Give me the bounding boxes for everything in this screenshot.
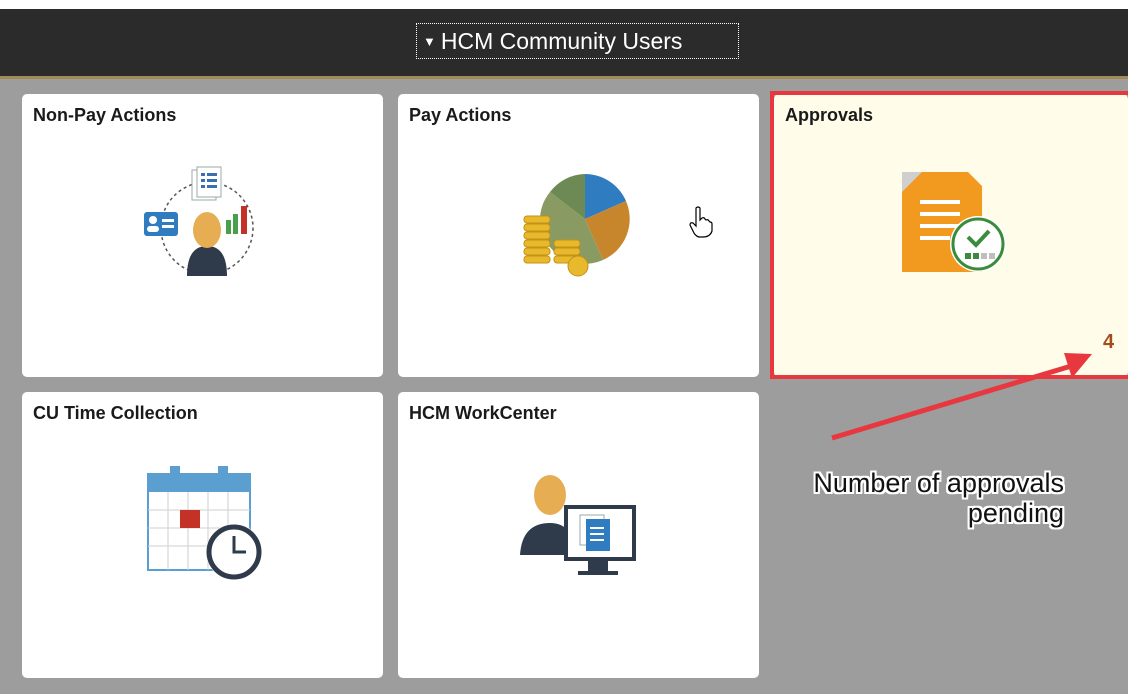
hand-cursor-icon (689, 206, 713, 238)
tile-title: Non-Pay Actions (33, 105, 177, 125)
approvals-highlight-box (770, 91, 1128, 379)
homepage-title: HCM Community Users (440, 27, 683, 54)
person-monitor-icon (520, 475, 636, 575)
top-strip (0, 0, 1128, 9)
tile-title: Pay Actions (409, 105, 512, 125)
annotation-line1: Number of approvals (813, 468, 1064, 498)
approvals-count-badge: 4 (1103, 331, 1115, 353)
tile-non-pay-actions[interactable]: Non-Pay Actions (22, 94, 383, 377)
tile-title: CU Time Collection (33, 403, 198, 423)
tile-title: HCM WorkCenter (409, 403, 557, 423)
homepage-header: ▼ HCM Community Users (0, 9, 1128, 79)
homepage-selector-dropdown[interactable]: ▼ HCM Community Users (416, 23, 739, 59)
annotation-line2: pending (967, 498, 1064, 528)
tile-cu-time-collection[interactable]: CU Time Collection (22, 392, 383, 678)
pie-chart-coins-icon (523, 174, 630, 277)
employee-actions-icon (144, 166, 254, 276)
calendar-clock-icon (147, 466, 262, 580)
annotation-callout: Number of approvals pending (780, 468, 1064, 528)
caret-down-icon: ▼ (423, 33, 436, 49)
tile-hcm-workcenter[interactable]: HCM WorkCenter (398, 392, 759, 678)
